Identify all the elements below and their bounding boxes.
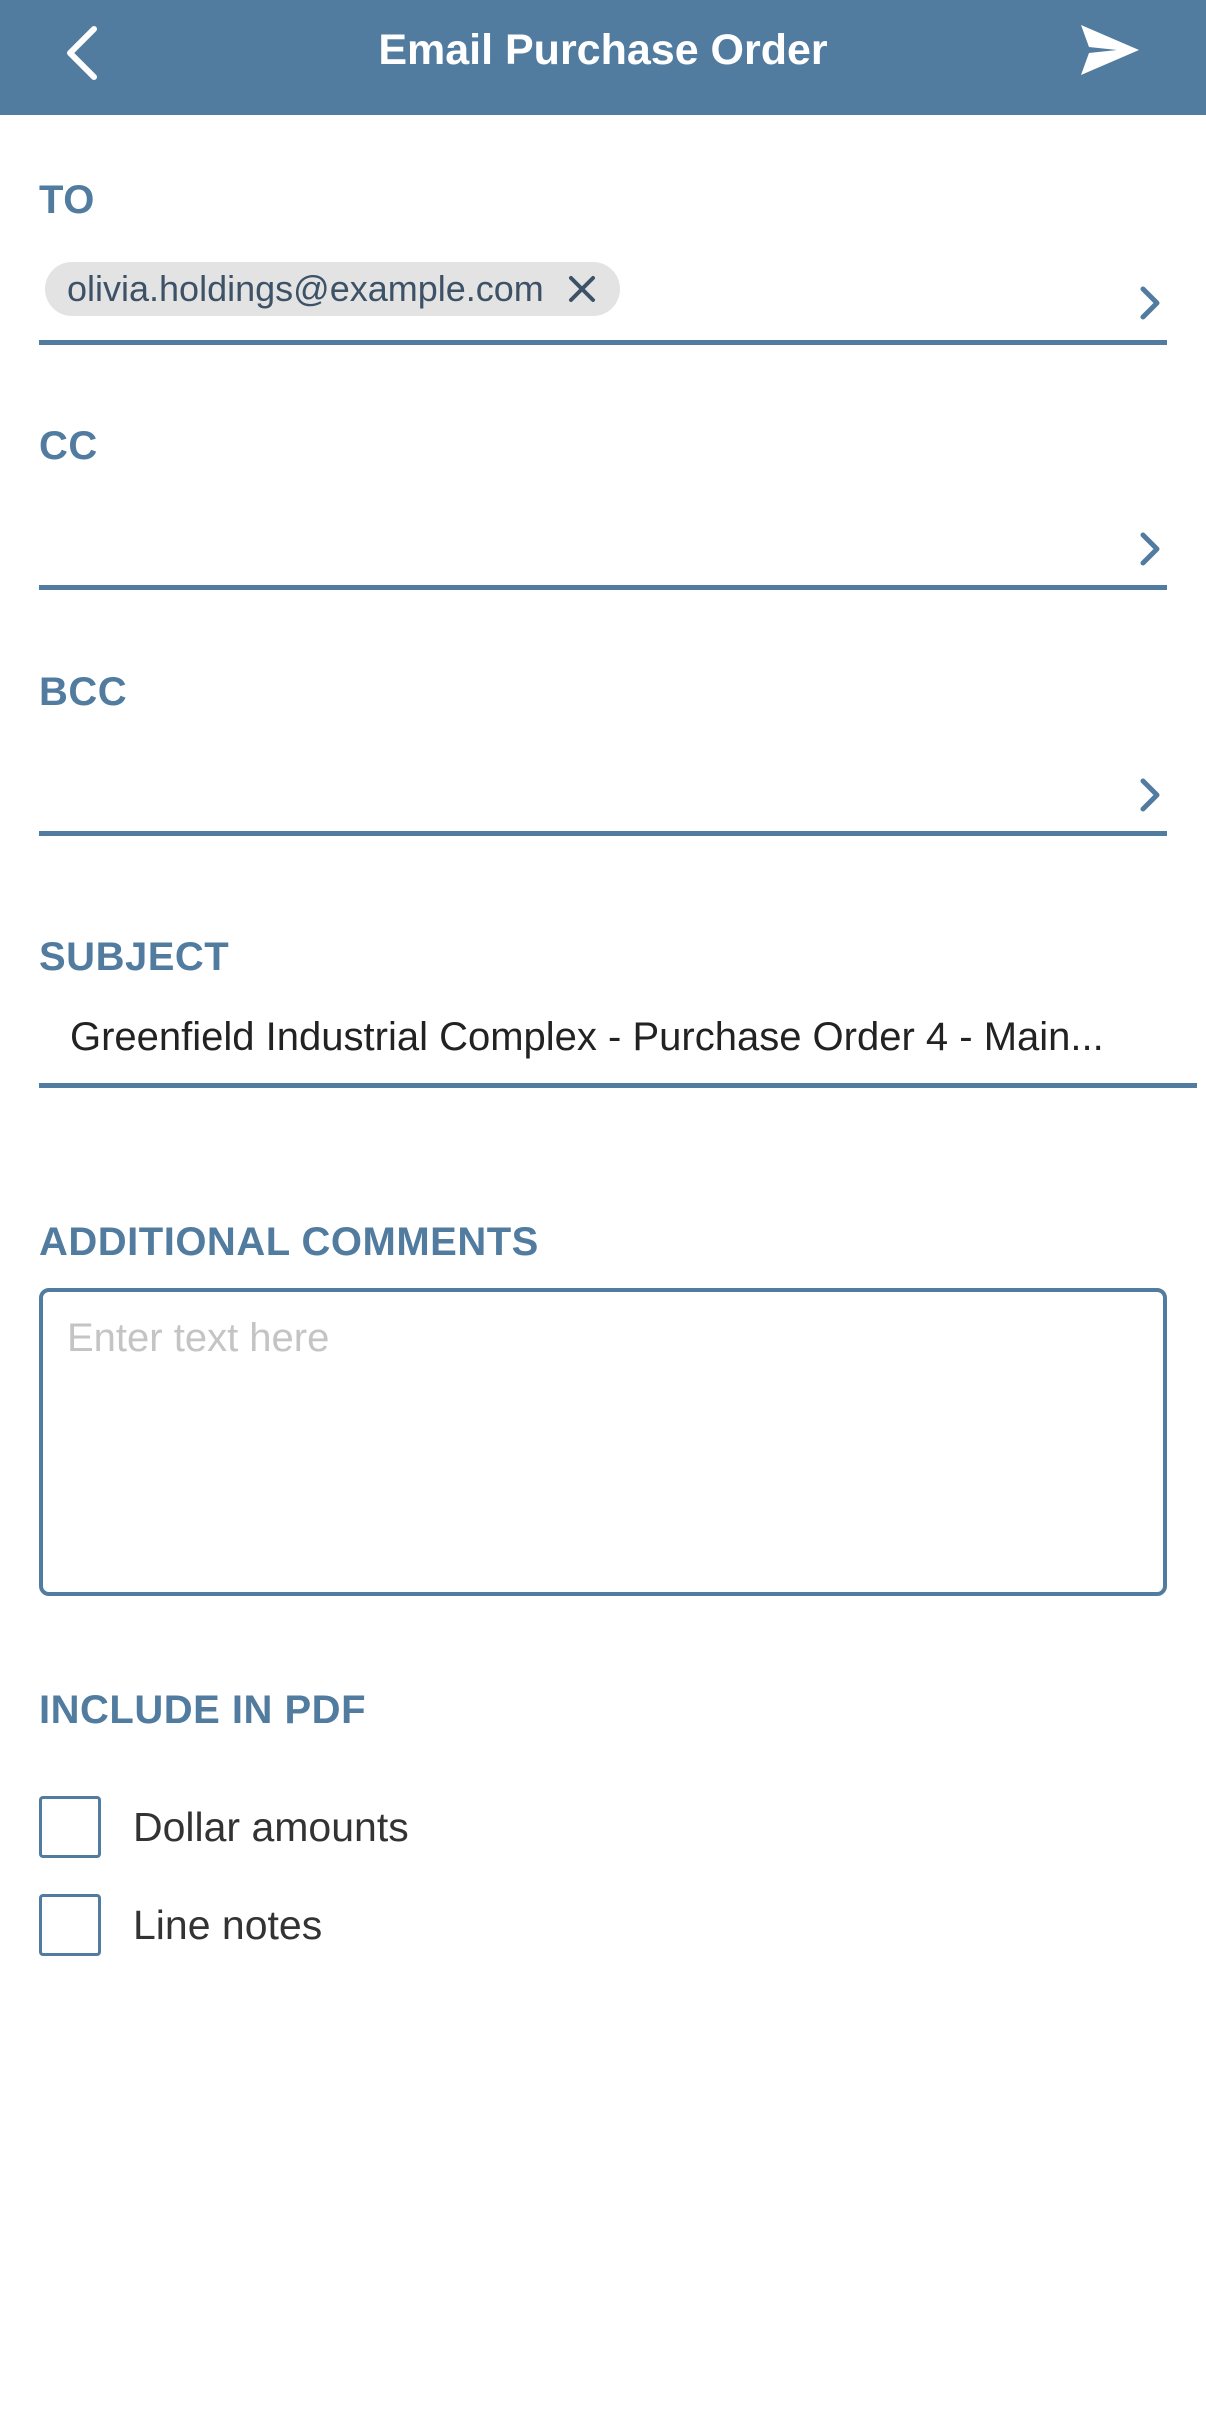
chevron-right-icon [1140, 532, 1160, 566]
bcc-field[interactable] [39, 831, 1167, 836]
include-in-pdf-label: INCLUDE IN PDF [39, 1688, 366, 1732]
bcc-add-recipient-button[interactable] [1135, 773, 1165, 817]
nav-bar: Email Purchase Order [0, 0, 1206, 115]
cc-field[interactable] [39, 585, 1167, 590]
recipient-email: olivia.holdings@example.com [67, 268, 544, 309]
remove-recipient-button[interactable] [566, 273, 598, 305]
to-label: TO [39, 178, 95, 222]
comments-textarea[interactable] [43, 1292, 1163, 1592]
line-notes-label: Line notes [133, 1901, 323, 1948]
dollar-amounts-option[interactable]: Dollar amounts [39, 1794, 409, 1860]
subject-label: SUBJECT [39, 935, 230, 979]
close-icon [568, 276, 595, 302]
dollar-amounts-checkbox[interactable] [39, 1796, 101, 1858]
cc-label: CC [39, 424, 98, 468]
to-field[interactable] [39, 340, 1167, 345]
bcc-label: BCC [39, 670, 128, 714]
send-button[interactable] [1070, 15, 1150, 85]
comments-label: ADDITIONAL COMMENTS [39, 1220, 539, 1264]
line-notes-checkbox[interactable] [39, 1894, 101, 1956]
to-add-recipient-button[interactable] [1135, 281, 1165, 325]
dollar-amounts-label: Dollar amounts [133, 1803, 409, 1850]
subject-input[interactable]: Greenfield Industrial Complex - Purchase… [70, 1015, 1195, 1060]
cc-add-recipient-button[interactable] [1135, 527, 1165, 571]
send-icon [1081, 25, 1139, 75]
recipient-chip[interactable]: olivia.holdings@example.com [45, 262, 620, 316]
comments-box [39, 1288, 1167, 1596]
subject-underline [39, 1083, 1197, 1088]
chevron-right-icon [1140, 778, 1160, 812]
line-notes-option[interactable]: Line notes [39, 1892, 322, 1958]
chevron-right-icon [1140, 286, 1160, 320]
page-title: Email Purchase Order [378, 26, 828, 74]
